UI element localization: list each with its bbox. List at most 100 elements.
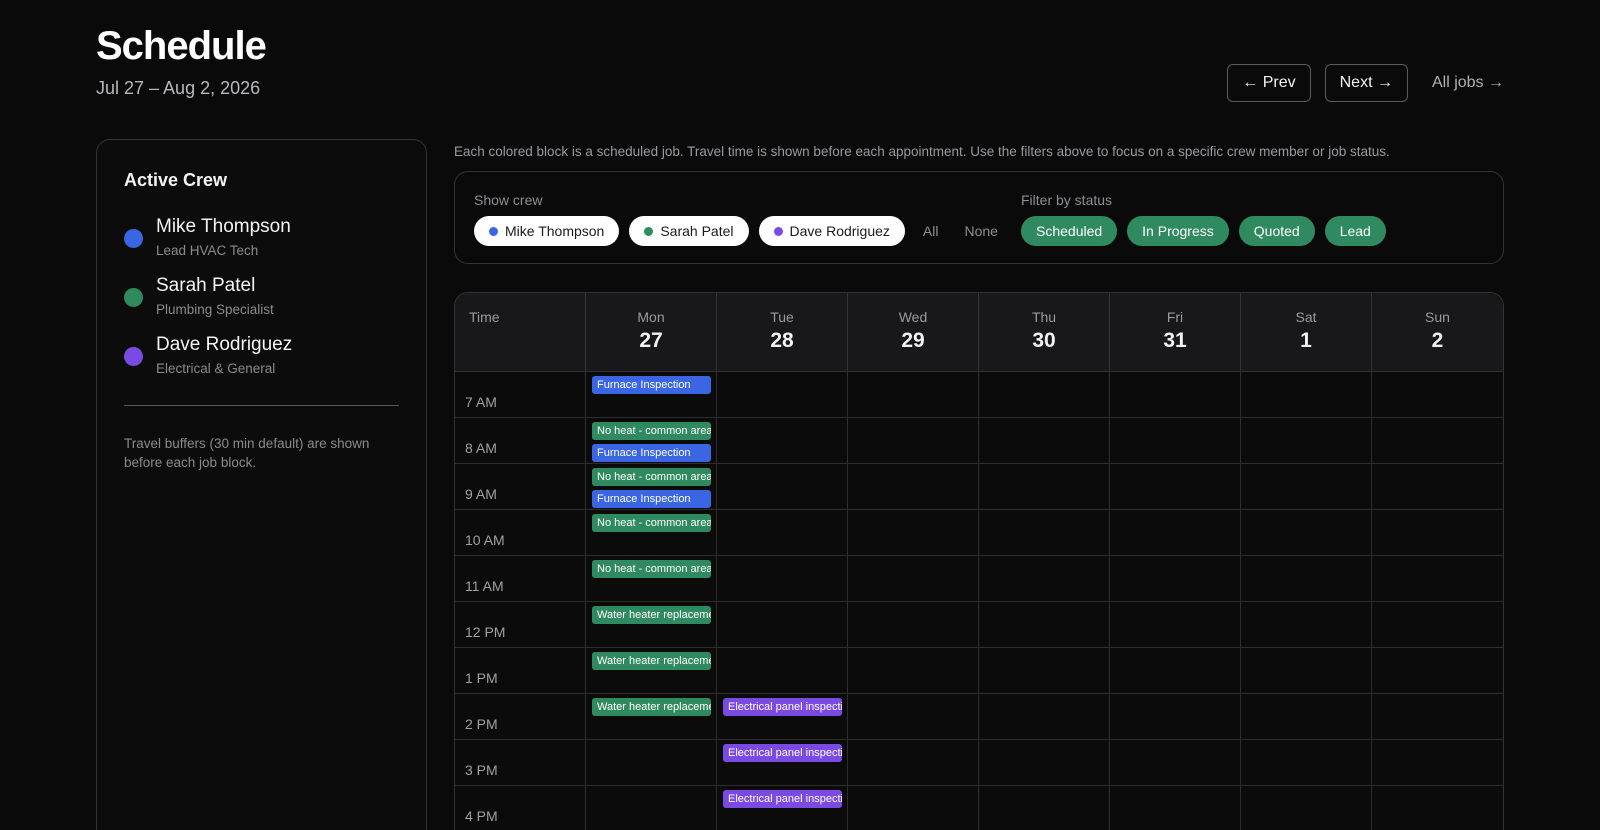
calendar-slot[interactable] bbox=[1372, 648, 1503, 694]
calendar-slot[interactable] bbox=[1241, 786, 1372, 830]
calendar-slot[interactable] bbox=[979, 510, 1110, 556]
crew-panel-title: Active Crew bbox=[124, 170, 228, 190]
crew-color-dot bbox=[124, 288, 143, 307]
calendar-slot[interactable] bbox=[1110, 418, 1241, 464]
week-navigation: ← Prev Next → All jobs → bbox=[1227, 64, 1504, 102]
calendar-slot[interactable] bbox=[979, 602, 1110, 648]
calendar-slot[interactable] bbox=[1372, 694, 1503, 740]
calendar-slot[interactable] bbox=[848, 418, 979, 464]
crew-member-name: Dave Rodriguez bbox=[156, 334, 293, 355]
calendar-slot[interactable] bbox=[1372, 464, 1503, 510]
calendar-slot[interactable] bbox=[1241, 694, 1372, 740]
calendar-slot[interactable] bbox=[1241, 556, 1372, 602]
calendar-slot[interactable] bbox=[1241, 418, 1372, 464]
calendar-slot[interactable] bbox=[848, 786, 979, 830]
calendar-slot[interactable] bbox=[1372, 556, 1503, 602]
calendar-slot[interactable] bbox=[1241, 510, 1372, 556]
calendar-slot[interactable] bbox=[1110, 464, 1241, 510]
calendar-slot[interactable] bbox=[1372, 602, 1503, 648]
calendar-slot[interactable] bbox=[1241, 372, 1372, 418]
crew-none-button[interactable]: None bbox=[956, 216, 1005, 246]
calendar-slot[interactable] bbox=[717, 372, 848, 418]
calendar-slot[interactable] bbox=[848, 464, 979, 510]
job-block[interactable]: Furnace Inspection bbox=[592, 376, 711, 394]
job-block[interactable]: Furnace Inspection bbox=[592, 490, 711, 508]
next-week-button[interactable]: Next → bbox=[1324, 64, 1408, 102]
crew-color-dot bbox=[124, 229, 143, 248]
calendar-slot[interactable] bbox=[979, 694, 1110, 740]
day-number: 29 bbox=[901, 329, 925, 352]
calendar-slot[interactable] bbox=[979, 556, 1110, 602]
calendar-slot[interactable] bbox=[1241, 464, 1372, 510]
calendar-slot[interactable] bbox=[1110, 372, 1241, 418]
calendar-slot[interactable] bbox=[1241, 740, 1372, 786]
calendar-slot[interactable] bbox=[848, 510, 979, 556]
job-block[interactable]: Electrical panel inspectio bbox=[723, 744, 842, 762]
status-pill-lead[interactable]: Lead bbox=[1324, 216, 1386, 246]
crew-pill-mike[interactable]: Mike Thompson bbox=[474, 216, 620, 246]
calendar-slot[interactable] bbox=[848, 694, 979, 740]
job-block[interactable]: Electrical panel inspectio bbox=[723, 698, 842, 716]
crew-all-button[interactable]: All bbox=[915, 216, 947, 246]
job-block[interactable]: Water heater replacemen bbox=[592, 606, 711, 624]
job-block[interactable]: Furnace Inspection bbox=[592, 444, 711, 462]
calendar-slot[interactable] bbox=[1372, 372, 1503, 418]
calendar-slot[interactable] bbox=[717, 556, 848, 602]
job-block[interactable]: Water heater replacemen bbox=[592, 698, 711, 716]
calendar-slot[interactable] bbox=[1110, 602, 1241, 648]
calendar-slot[interactable] bbox=[586, 740, 717, 786]
calendar-slot[interactable] bbox=[717, 418, 848, 464]
job-block[interactable]: No heat - common area f bbox=[592, 468, 711, 486]
time-label: 11 AM bbox=[465, 578, 504, 594]
status-pill-scheduled[interactable]: Scheduled bbox=[1021, 216, 1118, 246]
calendar-slot[interactable] bbox=[848, 648, 979, 694]
calendar-slot[interactable] bbox=[1241, 602, 1372, 648]
calendar-slot[interactable] bbox=[717, 464, 848, 510]
calendar-slot[interactable] bbox=[586, 786, 717, 830]
calendar-slot[interactable] bbox=[979, 648, 1110, 694]
calendar-slot[interactable] bbox=[1372, 510, 1503, 556]
all-jobs-link[interactable]: All jobs → bbox=[1422, 74, 1504, 92]
calendar-slot[interactable] bbox=[1110, 648, 1241, 694]
calendar-slot[interactable] bbox=[848, 602, 979, 648]
job-block[interactable]: No heat - common area f bbox=[592, 514, 711, 532]
job-block[interactable]: No heat - common area f bbox=[592, 422, 711, 440]
day-header-thu: Thu 30 bbox=[979, 293, 1110, 372]
status-pill-in-progress[interactable]: In Progress bbox=[1127, 216, 1229, 246]
status-pill-quoted[interactable]: Quoted bbox=[1238, 216, 1315, 246]
time-label: 8 AM bbox=[465, 440, 497, 456]
calendar-slot[interactable] bbox=[848, 740, 979, 786]
calendar-slot[interactable] bbox=[979, 418, 1110, 464]
calendar-slot[interactable] bbox=[717, 510, 848, 556]
day-name: Wed bbox=[898, 309, 928, 325]
job-block[interactable]: Electrical panel inspectio bbox=[723, 790, 842, 808]
calendar-slot[interactable] bbox=[717, 648, 848, 694]
calendar-slot[interactable] bbox=[1110, 786, 1241, 830]
calendar-slot[interactable] bbox=[979, 740, 1110, 786]
time-label: 3 PM bbox=[465, 762, 498, 778]
job-block[interactable]: Water heater replacemen bbox=[592, 652, 711, 670]
crew-pill-sarah[interactable]: Sarah Patel bbox=[629, 216, 749, 246]
time-row: 3 PM bbox=[455, 740, 1503, 786]
calendar-slot[interactable] bbox=[1372, 786, 1503, 830]
calendar-slot[interactable] bbox=[1110, 510, 1241, 556]
day-name: Thu bbox=[1031, 309, 1057, 325]
calendar-slot[interactable] bbox=[1372, 740, 1503, 786]
calendar-slot[interactable] bbox=[848, 372, 979, 418]
crew-dot-icon bbox=[773, 226, 783, 236]
calendar-slot[interactable] bbox=[1110, 740, 1241, 786]
calendar-slot[interactable] bbox=[1241, 648, 1372, 694]
calendar-slot[interactable] bbox=[979, 786, 1110, 830]
prev-week-button[interactable]: ← Prev bbox=[1227, 64, 1311, 102]
crew-filter-pills: Mike Thompson Sarah Patel Dave Rodriguez… bbox=[474, 216, 1006, 246]
calendar-slot[interactable] bbox=[1372, 418, 1503, 464]
calendar-slot[interactable] bbox=[979, 372, 1110, 418]
calendar-slot[interactable] bbox=[717, 602, 848, 648]
crew-pill-dave[interactable]: Dave Rodriguez bbox=[758, 216, 905, 246]
calendar-slot[interactable] bbox=[1110, 556, 1241, 602]
calendar-slot[interactable] bbox=[848, 556, 979, 602]
calendar-slot[interactable] bbox=[979, 464, 1110, 510]
calendar-slot[interactable] bbox=[1110, 694, 1241, 740]
job-block[interactable]: No heat - common area f bbox=[592, 560, 711, 578]
time-cell: 8 AM bbox=[455, 418, 586, 464]
